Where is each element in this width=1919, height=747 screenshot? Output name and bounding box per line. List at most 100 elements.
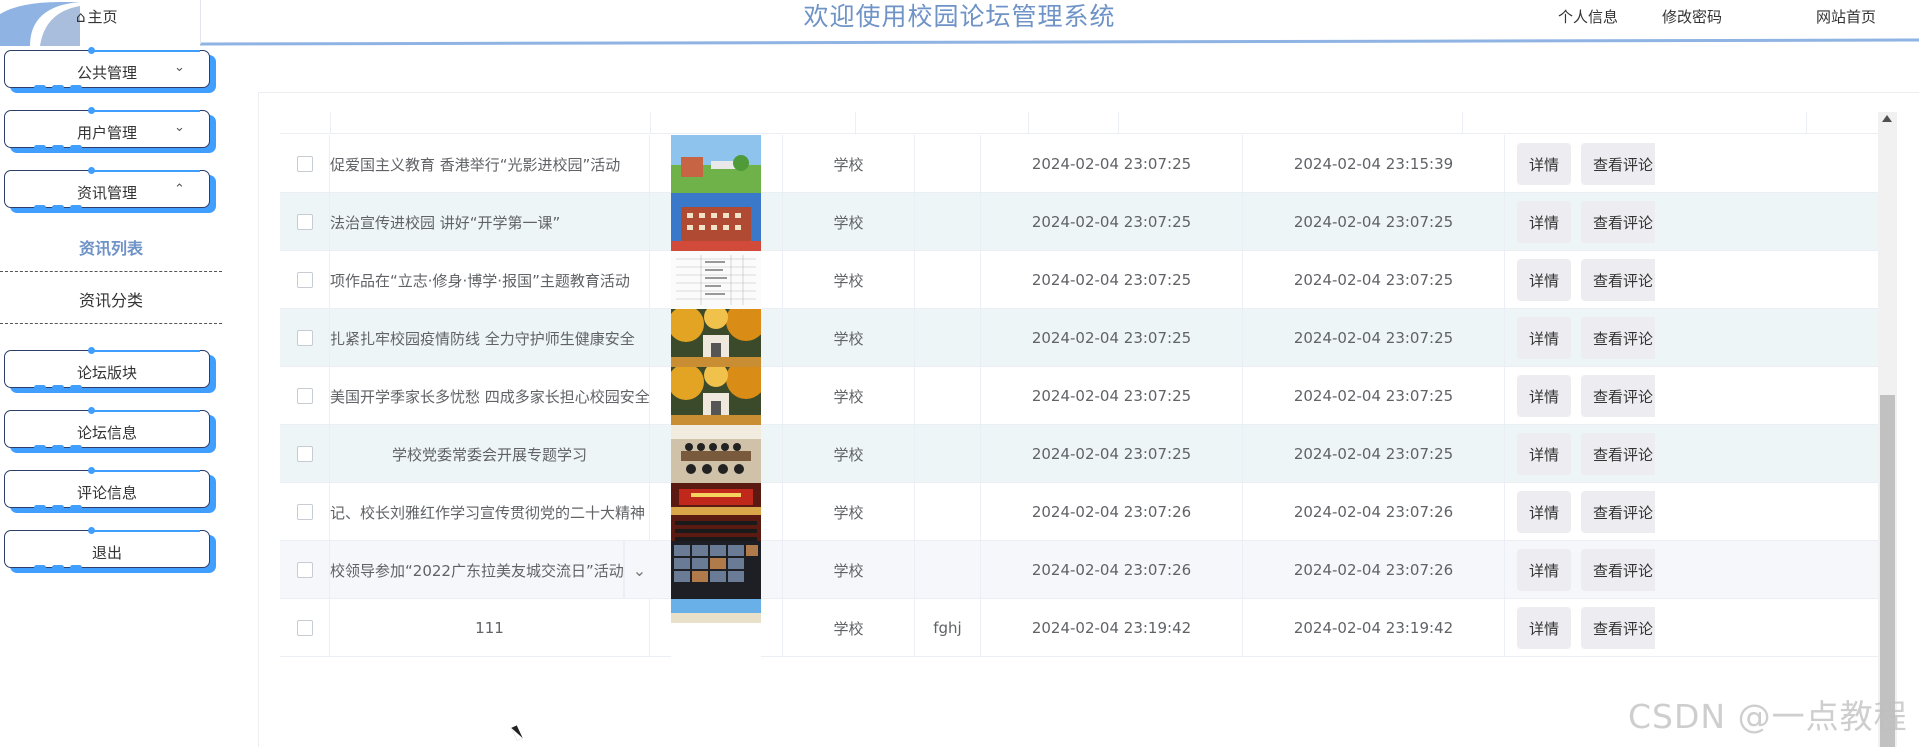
menu-public-management[interactable]: 公共管理 ⌄	[4, 47, 216, 93]
updated-time-cell: 2024-02-04 23:07:26	[1243, 541, 1505, 599]
row-select-cell	[280, 541, 330, 599]
vertical-scrollbar[interactable]	[1878, 112, 1897, 747]
row-checkbox[interactable]	[296, 214, 313, 230]
updated-time: 2024-02-04 23:07:25	[1293, 445, 1454, 463]
view-comments-button[interactable]: 查看评论	[1581, 433, 1655, 475]
submenu-news-category[interactable]: 资讯分类	[0, 278, 222, 324]
detail-button[interactable]: 详情	[1517, 317, 1572, 359]
news-category: 学校	[833, 213, 864, 232]
news-category: 学校	[833, 503, 864, 522]
table-header	[280, 112, 1878, 134]
actions-cell: 详情 查看评论	[1505, 541, 1655, 599]
detail-button[interactable]: 详情	[1517, 375, 1572, 417]
updated-time-cell: 2024-02-04 23:15:39	[1243, 135, 1505, 193]
row-checkbox[interactable]	[296, 504, 313, 520]
news-category: 学校	[833, 445, 864, 464]
row-checkbox[interactable]	[296, 562, 313, 578]
category-cell: 学校	[783, 541, 915, 599]
news-thumbnail[interactable]	[668, 367, 766, 425]
menu-logout[interactable]: 退出	[4, 527, 216, 573]
news-thumbnail[interactable]	[671, 135, 761, 193]
detail-button[interactable]: 详情	[1517, 433, 1572, 475]
row-checkbox[interactable]	[296, 446, 313, 462]
news-title: 扎紧扎牢校园疫情防线 全力守护师生健康安全	[330, 329, 635, 348]
row-select-cell	[280, 599, 330, 657]
detail-button[interactable]: 详情	[1517, 549, 1572, 591]
created-time: 2024-02-04 23:07:25	[1031, 155, 1192, 173]
news-thumbnail[interactable]	[671, 599, 761, 657]
scroll-up-arrow-icon[interactable]	[1882, 115, 1892, 122]
news-title: 法治宣传进校园 讲好“开学第一课”	[330, 213, 561, 232]
news-thumbnail[interactable]	[668, 309, 766, 367]
extra-cell	[915, 541, 981, 599]
detail-button[interactable]: 详情	[1517, 259, 1572, 301]
news-thumbnail[interactable]	[671, 541, 761, 599]
view-comments-button[interactable]: 查看评论	[1581, 317, 1655, 359]
table-row[interactable]: 校领导参加“2022广东拉美友城交流日”活动 ⌄ 学校 2024-02-04 23:0…	[280, 541, 1878, 599]
menu-label: 退出	[91, 544, 122, 562]
news-thumbnail[interactable]	[671, 425, 761, 483]
table-row[interactable]: 学校党委常委会开展专题学习 学校 2024-02-04 23:07:25 2024-0…	[280, 425, 1878, 483]
news-thumbnail[interactable]	[671, 251, 761, 309]
title-cell: 校领导参加“2022广东拉美友城交流日”活动	[330, 541, 624, 599]
menu-forum-info[interactable]: 论坛信息	[4, 407, 216, 453]
news-title: 美国开学季家长多忧愁 四成多家长担心校园安全	[330, 387, 650, 406]
view-comments-button[interactable]: 查看评论	[1581, 607, 1655, 649]
table-row[interactable]: 促爱国主义教育 香港举行“光影进校园”活动 学校 2024-02-04 23:07:…	[280, 135, 1878, 193]
detail-button[interactable]: 详情	[1517, 201, 1572, 243]
table-row[interactable]: 记、校长刘雅红作学习宣传贯彻党的二十大精神 学校 2024-02-04 23:07:…	[280, 483, 1878, 541]
news-thumbnail[interactable]	[671, 193, 761, 251]
thumbnail-cell	[650, 193, 783, 251]
menu-forum-sections[interactable]: 论坛版块	[4, 347, 216, 393]
nav-profile[interactable]: 个人信息	[1558, 6, 1618, 27]
menu-user-management[interactable]: 用户管理 ⌄	[4, 107, 216, 153]
detail-button[interactable]: 详情	[1517, 143, 1572, 185]
title-cell: 美国开学季家长多忧愁 四成多家长担心校园安全	[330, 367, 650, 425]
view-comments-button[interactable]: 查看评论	[1581, 549, 1655, 591]
menu-news-management[interactable]: 资讯管理 ⌃	[4, 167, 216, 213]
news-category: 学校	[833, 619, 864, 638]
created-time-cell: 2024-02-04 23:07:25	[981, 309, 1243, 367]
view-comments-button[interactable]: 查看评论	[1581, 375, 1655, 417]
view-comments-button[interactable]: 查看评论	[1581, 143, 1655, 185]
thumbnail-cell	[650, 425, 783, 483]
thumbnail-cell	[650, 483, 783, 541]
row-checkbox[interactable]	[296, 330, 313, 346]
detail-button[interactable]: 详情	[1517, 607, 1572, 649]
row-checkbox[interactable]	[296, 156, 313, 172]
updated-time-cell: 2024-02-04 23:19:42	[1243, 599, 1505, 657]
table-row[interactable]: 法治宣传进校园 讲好“开学第一课” 学校 2024-02-04 23:07:25 20…	[280, 193, 1878, 251]
table-row[interactable]: 美国开学季家长多忧愁 四成多家长担心校园安全 学校 2024-02-04 23:07…	[280, 367, 1878, 425]
thumbnail-cell	[650, 135, 783, 193]
submenu-news-list[interactable]: 资讯列表	[0, 226, 222, 272]
row-select-cell	[280, 425, 330, 483]
nav-site-home[interactable]: 网站首页	[1816, 6, 1876, 27]
row-checkbox[interactable]	[296, 272, 313, 288]
menu-label: 评论信息	[76, 484, 137, 502]
news-category: 学校	[833, 155, 864, 174]
row-select-cell	[280, 367, 330, 425]
updated-time-cell: 2024-02-04 23:07:25	[1243, 251, 1505, 309]
title-cell: 111	[330, 599, 650, 657]
updated-time: 2024-02-04 23:07:25	[1293, 213, 1454, 231]
row-checkbox[interactable]	[296, 620, 313, 636]
view-comments-button[interactable]: 查看评论	[1581, 491, 1655, 533]
actions-cell: 详情 查看评论	[1505, 309, 1655, 367]
extra-cell	[915, 425, 981, 483]
row-checkbox[interactable]	[296, 388, 313, 404]
extra-cell	[915, 251, 981, 309]
row-select-cell	[280, 483, 330, 541]
title-cell: 扎紧扎牢校园疫情防线 全力守护师生健康安全	[330, 309, 650, 367]
table-row[interactable]: 扎紧扎牢校园疫情防线 全力守护师生健康安全 学校 2024-02-04 23:07:…	[280, 309, 1878, 367]
view-comments-button[interactable]: 查看评论	[1581, 201, 1655, 243]
created-time: 2024-02-04 23:07:26	[1031, 503, 1192, 521]
view-comments-button[interactable]: 查看评论	[1581, 259, 1655, 301]
row-select-cell	[280, 251, 330, 309]
table-row[interactable]: 项作品在“立志·修身·博学·报国”主题教育活动 学校 2024-02-04 23:0…	[280, 251, 1878, 309]
news-thumbnail[interactable]	[671, 483, 761, 541]
detail-button[interactable]: 详情	[1517, 491, 1572, 533]
table-row[interactable]: 111 学校 fghj 2024-02-04 23:19:42 2024-02-04 2…	[280, 599, 1878, 657]
nav-change-password[interactable]: 修改密码	[1662, 6, 1722, 27]
menu-comment-info[interactable]: 评论信息	[4, 467, 216, 513]
row-select-cell	[280, 193, 330, 251]
